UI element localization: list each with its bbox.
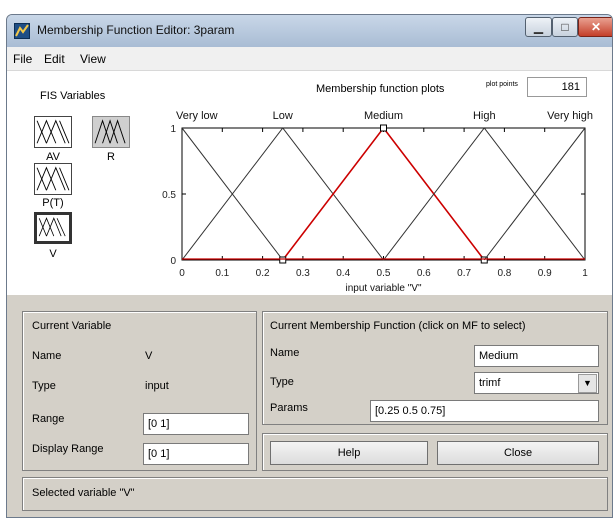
var-type-label: Type	[32, 380, 56, 392]
var-type-value: input	[145, 380, 169, 392]
x-tick-label: 0.8	[497, 268, 511, 279]
menu-edit[interactable]: Edit	[44, 52, 65, 66]
plot-points-input[interactable]: 181	[527, 77, 587, 97]
display-range-label: Display Range	[32, 443, 104, 455]
minimize-button[interactable]: ▁	[525, 17, 552, 37]
variable-av-label: AV	[46, 151, 60, 163]
current-variable-heading: Current Variable	[32, 320, 112, 332]
plot-points-label: plot points	[486, 81, 518, 88]
mf-plots-title: Membership function plots	[316, 83, 445, 95]
mf-label: Very low	[176, 110, 218, 122]
mf-type-label: Type	[270, 376, 294, 388]
menu-file[interactable]: File	[13, 52, 32, 66]
status-text: Selected variable "V"	[32, 487, 135, 499]
variable-pt-label: P(T)	[42, 197, 64, 209]
x-tick-label: 0.6	[417, 268, 431, 279]
close-button[interactable]: Close	[437, 441, 599, 465]
matlab-icon	[14, 23, 30, 39]
y-tick-label: 0	[170, 256, 176, 267]
close-icon: ✕	[590, 20, 602, 34]
menu-bar: File Edit View	[7, 47, 612, 71]
x-tick-label: 0.7	[457, 268, 471, 279]
fis-variables-label: FIS Variables	[40, 90, 106, 102]
title-bar[interactable]: Membership Function Editor: 3param ▁ □ ✕	[7, 15, 612, 47]
maximize-button[interactable]: □	[552, 17, 578, 37]
variable-v-label: V	[49, 248, 57, 260]
x-tick-label: 0.4	[336, 268, 350, 279]
plot-frame	[181, 127, 586, 261]
menu-view[interactable]: View	[80, 52, 106, 66]
mf-name-input[interactable]: Medium	[474, 345, 599, 367]
x-tick-label: 1	[582, 268, 588, 279]
maximize-icon: □	[561, 20, 569, 34]
y-tick-label: 0.5	[162, 190, 176, 201]
x-axis-label: input variable "V"	[345, 283, 421, 294]
x-tick-label: 0.2	[256, 268, 270, 279]
variable-v-icon[interactable]	[34, 212, 72, 244]
minimize-icon: ▁	[533, 20, 544, 34]
x-tick-label: 0	[179, 268, 185, 279]
mf-params-input[interactable]: [0.25 0.5 0.75]	[370, 400, 599, 422]
mf-type-select[interactable]: trimf ▼	[474, 372, 599, 394]
variable-r-label: R	[107, 151, 115, 163]
x-tick-label: 0.9	[538, 268, 552, 279]
variable-av-icon[interactable]	[34, 116, 72, 148]
close-window-button[interactable]: ✕	[578, 17, 612, 37]
display-range-input[interactable]: [0 1]	[143, 443, 249, 465]
mf-handle	[279, 256, 287, 264]
x-tick-label: 0.3	[296, 268, 310, 279]
help-button[interactable]: Help	[270, 441, 428, 465]
mf-params-label: Params	[270, 402, 308, 414]
variable-pt-icon[interactable]	[34, 163, 72, 195]
mf-handle	[380, 124, 387, 132]
mf-name-label: Name	[270, 347, 300, 359]
mf-label: Low	[273, 110, 293, 122]
membership-function-plot[interactable]: 0 0.1 0.2 0.3 0.4 0.5 0.6 0.7 0.8 0.9 100.51Very l…	[162, 105, 612, 305]
var-range-label: Range	[32, 413, 65, 425]
mf-type-value: trimf	[479, 377, 501, 389]
mf-label: High	[473, 110, 496, 122]
current-mf-heading: Current Membership Function (click on MF…	[270, 320, 526, 332]
y-tick-label: 1	[170, 124, 176, 135]
x-tick-label: 0.5	[377, 268, 391, 279]
variable-r-icon[interactable]	[92, 116, 130, 148]
var-name-label: Name	[32, 350, 62, 362]
mf-label: Medium	[364, 110, 403, 122]
x-tick-label: 0.1	[215, 268, 229, 279]
range-input[interactable]: [0 1]	[143, 413, 249, 435]
chevron-down-icon[interactable]: ▼	[578, 374, 597, 393]
var-name-value: V	[145, 350, 153, 362]
mf-label: Very high	[547, 110, 593, 122]
window-title: Membership Function Editor: 3param	[37, 23, 235, 37]
